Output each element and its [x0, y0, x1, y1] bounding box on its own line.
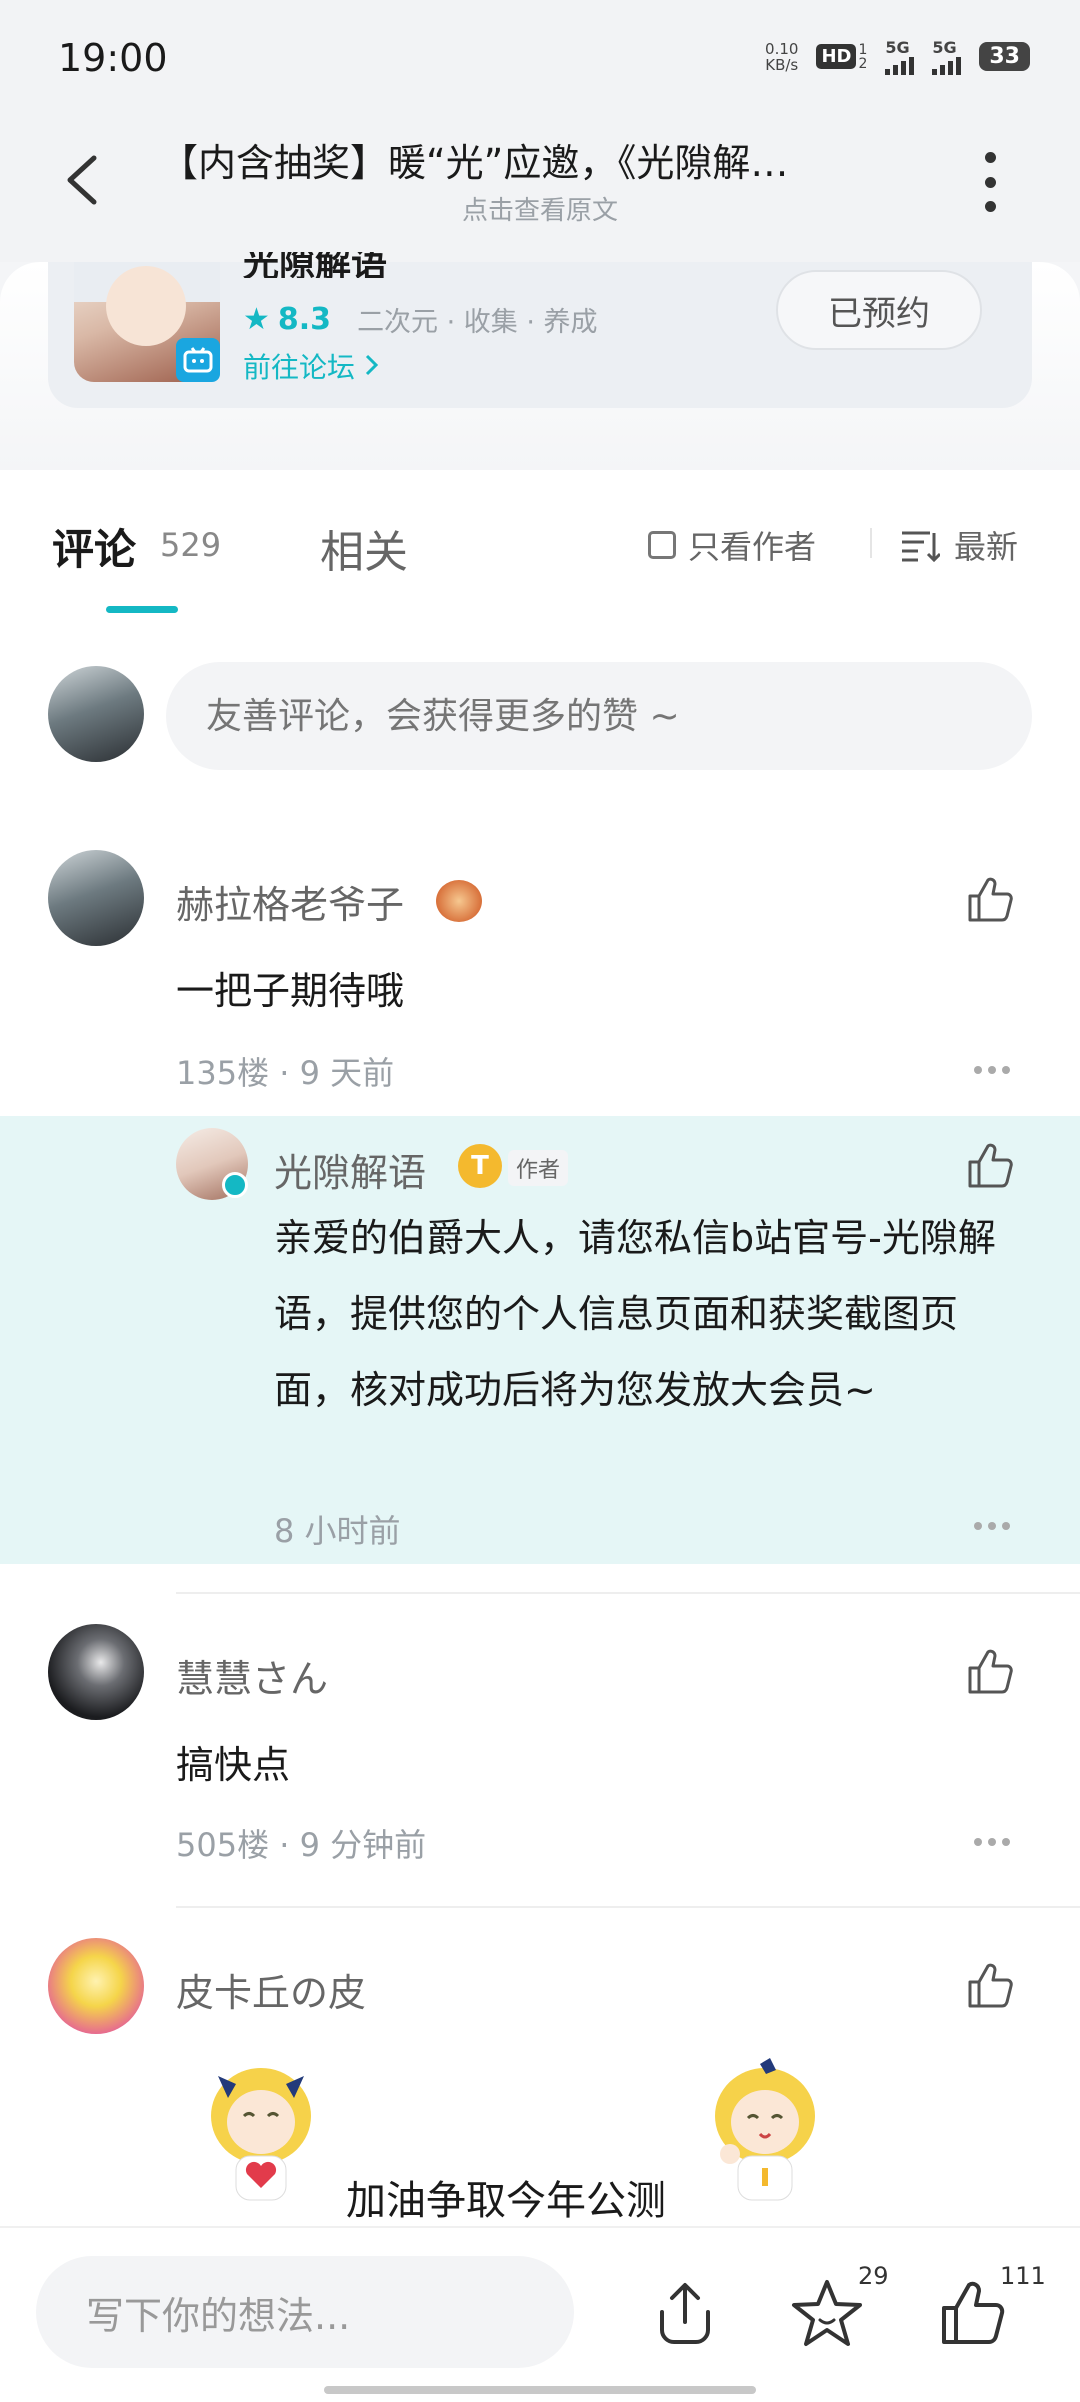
- favorite-button[interactable]: [790, 2276, 864, 2354]
- like-button[interactable]: [936, 2276, 1010, 2354]
- sort-button[interactable]: 最新: [900, 522, 1018, 568]
- hd-icon: HD: [816, 44, 857, 69]
- thumbs-up-icon: [968, 1963, 1013, 2008]
- comments-count: 529: [160, 526, 222, 564]
- view-original-link[interactable]: 点击查看原文: [0, 190, 1080, 227]
- comment-text: 一把子期待哦: [176, 969, 405, 1013]
- reserved-button[interactable]: 已预约: [776, 270, 982, 350]
- reply-more-button[interactable]: [974, 1522, 1010, 1530]
- game-rating-row: ★ 8.3 二次元 · 收集 · 养成: [243, 300, 598, 339]
- verified-icon: [222, 1172, 248, 1198]
- comment-more-button[interactable]: [974, 1066, 1010, 1074]
- comment-input[interactable]: [166, 662, 1032, 770]
- like-button[interactable]: [964, 874, 1016, 930]
- thumbs-up-icon: [942, 2281, 1005, 2344]
- badge-icon: [436, 880, 482, 922]
- favorite-count: 29: [858, 2262, 889, 2290]
- active-tab-indicator: [106, 606, 178, 613]
- signal-bars-icon: [932, 57, 962, 75]
- share-button[interactable]: [648, 2276, 722, 2354]
- sticker-wave: [700, 2056, 830, 2206]
- signal-bars-icon: [885, 57, 915, 75]
- divider: [870, 528, 872, 558]
- game-rating: 8.3: [277, 302, 332, 337]
- network-speed-value: 0.10: [765, 39, 799, 58]
- network-speed-unit: KB/s: [765, 55, 799, 74]
- network-speed: 0.10 KB/s: [765, 41, 798, 73]
- signal-2-label: 5G: [932, 38, 957, 57]
- avatar[interactable]: [48, 850, 144, 946]
- reply-username[interactable]: 光隙解语: [274, 1142, 426, 1197]
- comment-meta: 135楼 · 9 天前: [176, 1054, 395, 1092]
- chevron-right-icon: [365, 354, 379, 376]
- only-author-label: 只看作者: [688, 528, 817, 566]
- share-icon: [660, 2283, 710, 2344]
- home-indicator[interactable]: [324, 2386, 756, 2394]
- forum-link[interactable]: 前往论坛: [243, 346, 380, 386]
- avatar[interactable]: [48, 1624, 144, 1720]
- reply-text: 亲爱的伯爵大人，请您私信b站官号-光隙解语，提供您的个人信息页面和获奖截图页面，…: [274, 1216, 996, 1412]
- status-icons: 0.10 KB/s HD 1 2 5G 5G 33: [765, 38, 1030, 75]
- hd-indicator: HD 1 2: [816, 43, 867, 71]
- tab-comments[interactable]: 评论: [52, 516, 136, 577]
- my-avatar[interactable]: [48, 666, 144, 762]
- like-button[interactable]: [964, 1646, 1016, 1702]
- comment-text: 加油争取今年公测: [346, 2178, 666, 2224]
- star-icon: [792, 2280, 862, 2346]
- divider: [176, 1906, 1080, 1908]
- game-name: 光隙解语: [243, 252, 388, 278]
- comment-username[interactable]: 皮卡丘の皮: [176, 1962, 366, 2017]
- comment-meta: 505楼 · 9 分钟前: [176, 1826, 427, 1864]
- like-button[interactable]: [964, 1140, 1016, 1196]
- avatar[interactable]: [48, 1938, 144, 2034]
- like-button[interactable]: [964, 1960, 1016, 2016]
- signal-1: 5G: [885, 38, 915, 75]
- sort-icon: [902, 531, 940, 563]
- comment-more-button[interactable]: [974, 1838, 1010, 1846]
- star-icon: ★: [243, 302, 270, 337]
- signal-2: 5G: [932, 38, 962, 75]
- sim1-label: 1: [858, 41, 868, 58]
- comment-username[interactable]: 慧慧さん: [176, 1648, 328, 1703]
- status-time: 19:00: [58, 36, 168, 80]
- sort-label: 最新: [954, 528, 1019, 566]
- thumbs-up-icon: [968, 1649, 1013, 1694]
- battery-icon: 33: [979, 42, 1030, 71]
- game-tags: 二次元 · 收集 · 养成: [357, 307, 598, 338]
- author-tag: 作者: [508, 1150, 569, 1186]
- page-title[interactable]: 【内含抽奖】暖“光”应邀，《光隙解…: [160, 132, 920, 187]
- forum-link-label: 前往论坛: [243, 351, 364, 384]
- thumbs-up-icon: [968, 1143, 1013, 1188]
- bottom-comment-input[interactable]: 写下你的想法...: [36, 2256, 574, 2368]
- bilibili-icon: [176, 338, 220, 382]
- checkbox-icon: [648, 531, 676, 559]
- divider: [176, 1592, 1080, 1594]
- signal-1-label: 5G: [885, 38, 910, 57]
- like-count: 111: [1000, 2262, 1046, 2290]
- thumbs-up-icon: [968, 877, 1013, 922]
- sticker-heart: [196, 2056, 326, 2206]
- level-badge-icon: T: [458, 1144, 502, 1188]
- more-options-button[interactable]: [975, 152, 1005, 212]
- tab-related[interactable]: 相关: [320, 516, 408, 580]
- only-author-toggle[interactable]: 只看作者: [648, 522, 816, 568]
- comment-username[interactable]: 赫拉格老爷子: [176, 874, 404, 929]
- sim2-label: 2: [858, 55, 868, 72]
- comment-text: 搞快点: [176, 1743, 291, 1787]
- reply-time: 8 小时前: [274, 1512, 401, 1550]
